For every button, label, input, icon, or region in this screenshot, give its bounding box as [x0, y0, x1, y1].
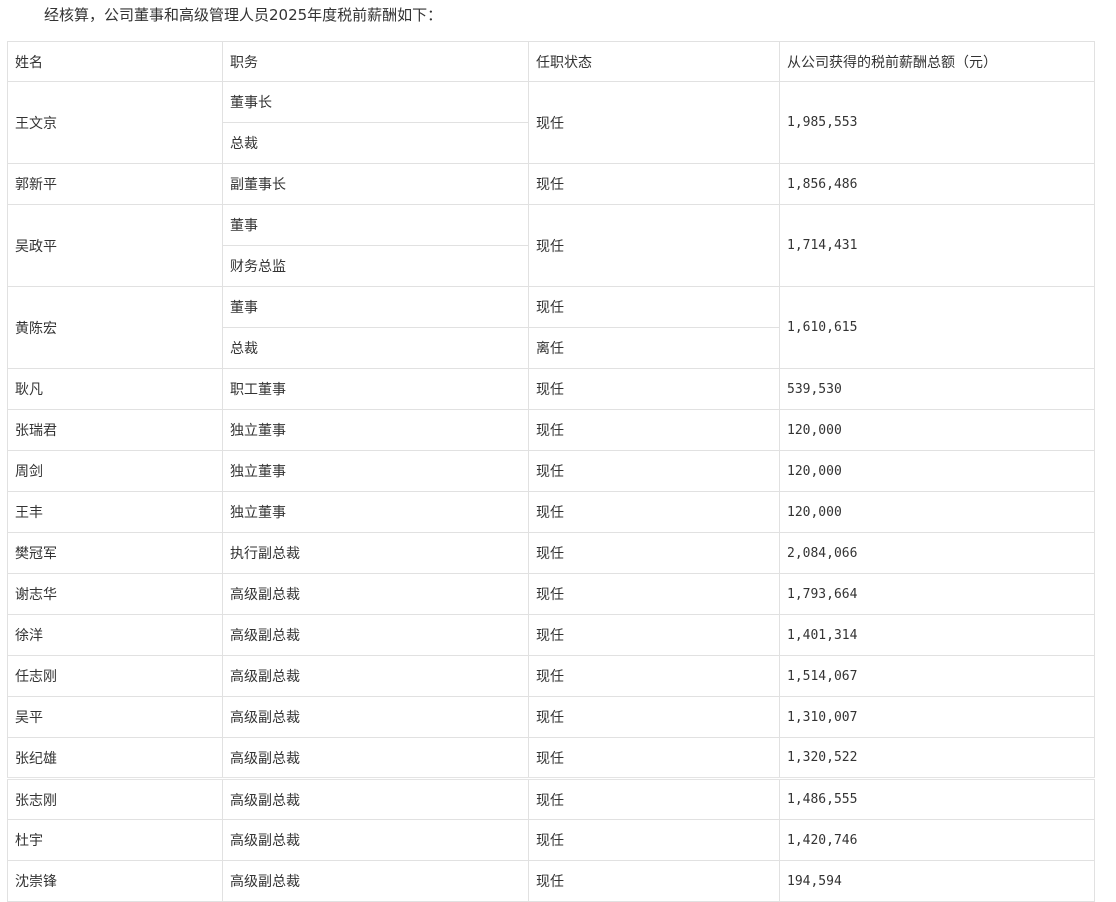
cell-title: 职工董事 [222, 368, 529, 410]
header-title: 职务 [222, 41, 529, 82]
table-row: 郭新平 副董事长 现任 1,856,486 [7, 163, 1095, 205]
table-row: 周剑 独立董事 现任 120,000 [7, 450, 1095, 492]
cell-name: 郭新平 [7, 163, 223, 205]
cell-title: 董事 [222, 286, 529, 328]
cell-status: 现任 [528, 286, 780, 328]
table-row: 樊冠军 执行副总裁 现任 2,084,066 [7, 532, 1095, 574]
table-row: 张瑞君 独立董事 现任 120,000 [7, 409, 1095, 451]
cell-title: 总裁 [222, 327, 529, 369]
cell-title: 独立董事 [222, 409, 529, 451]
table-row: 徐洋 高级副总裁 现任 1,401,314 [7, 614, 1095, 656]
cell-title: 独立董事 [222, 450, 529, 492]
cell-title: 高级副总裁 [222, 860, 529, 902]
cell-name: 张瑞君 [7, 409, 223, 451]
table-row: 王文京 董事长 现任 1,985,553 [7, 81, 1095, 164]
cell-name: 谢志华 [7, 573, 223, 615]
cell-pay: 1,420,746 [779, 819, 1095, 861]
cell-pay: 1,486,555 [779, 777, 1095, 820]
cell-title: 独立董事 [222, 491, 529, 533]
cell-name: 任志刚 [7, 655, 223, 697]
cell-pay: 120,000 [779, 409, 1095, 451]
cell-title: 高级副总裁 [222, 696, 529, 738]
cell-title: 高级副总裁 [222, 614, 529, 656]
cell-status: 现任 [528, 737, 780, 779]
cell-status: 现任 [528, 163, 780, 205]
table-row: 张志刚 高级副总裁 现任 1,486,555 [7, 777, 1095, 820]
cell-pay: 2,084,066 [779, 532, 1095, 574]
cell-name: 黄陈宏 [7, 286, 223, 369]
header-status: 任职状态 [528, 41, 780, 82]
cell-pay: 194,594 [779, 860, 1095, 902]
table-row: 任志刚 高级副总裁 现任 1,514,067 [7, 655, 1095, 697]
cell-title: 高级副总裁 [222, 819, 529, 861]
cell-pay: 1,714,431 [779, 204, 1095, 287]
cell-title: 董事 [222, 204, 529, 246]
cell-name: 周剑 [7, 450, 223, 492]
cell-status: 现任 [528, 655, 780, 697]
cell-status: 现任 [528, 450, 780, 492]
cell-status: 现任 [528, 368, 780, 410]
cell-title: 高级副总裁 [222, 573, 529, 615]
cell-pay: 120,000 [779, 450, 1095, 492]
cell-title: 高级副总裁 [222, 655, 529, 697]
cell-title: 总裁 [222, 122, 529, 164]
cell-status: 现任 [528, 696, 780, 738]
table-header-row: 姓名 职务 任职状态 从公司获得的税前薪酬总额（元） [7, 41, 1095, 82]
cell-pay: 120,000 [779, 491, 1095, 533]
cell-pay: 1,610,615 [779, 286, 1095, 369]
cell-name: 王丰 [7, 491, 223, 533]
cell-name: 沈崇锋 [7, 860, 223, 902]
cell-title: 高级副总裁 [222, 737, 529, 779]
cell-title: 副董事长 [222, 163, 529, 205]
cell-status: 现任 [528, 491, 780, 533]
cell-pay: 1,856,486 [779, 163, 1095, 205]
table-row: 黄陈宏 董事 现任 1,610,615 [7, 286, 1095, 369]
cell-title: 财务总监 [222, 245, 529, 287]
cell-name: 张志刚 [7, 777, 223, 820]
table-row: 吴政平 董事 现任 1,714,431 [7, 204, 1095, 287]
cell-status: 现任 [528, 777, 780, 820]
table-row: 沈崇锋 高级副总裁 现任 194,594 [7, 860, 1095, 902]
cell-name: 耿凡 [7, 368, 223, 410]
cell-pay: 1,514,067 [779, 655, 1095, 697]
cell-status: 现任 [528, 614, 780, 656]
cell-name: 吴平 [7, 696, 223, 738]
compensation-table: 姓名 职务 任职状态 从公司获得的税前薪酬总额（元） 王文京 董事长 现任 1,… [7, 41, 1095, 902]
table-row: 耿凡 职工董事 现任 539,530 [7, 368, 1095, 410]
cell-name: 杜宇 [7, 819, 223, 861]
cell-status: 现任 [528, 860, 780, 902]
cell-name: 张纪雄 [7, 737, 223, 779]
cell-pay: 1,310,007 [779, 696, 1095, 738]
cell-status: 现任 [528, 573, 780, 615]
cell-pay: 1,401,314 [779, 614, 1095, 656]
cell-pay: 1,793,664 [779, 573, 1095, 615]
header-name: 姓名 [7, 41, 223, 82]
cell-name: 徐洋 [7, 614, 223, 656]
cell-title: 执行副总裁 [222, 532, 529, 574]
cell-name: 樊冠军 [7, 532, 223, 574]
header-pay: 从公司获得的税前薪酬总额（元） [779, 41, 1095, 82]
table-row: 张纪雄 高级副总裁 现任 1,320,522 [7, 737, 1095, 779]
cell-status: 离任 [528, 327, 780, 369]
table-row: 王丰 独立董事 现任 120,000 [7, 491, 1095, 533]
cell-status: 现任 [528, 819, 780, 861]
cell-pay: 539,530 [779, 368, 1095, 410]
table-row: 谢志华 高级副总裁 现任 1,793,664 [7, 573, 1095, 615]
cell-title: 董事长 [222, 81, 529, 123]
table-row: 杜宇 高级副总裁 现任 1,420,746 [7, 819, 1095, 861]
cell-status: 现任 [528, 532, 780, 574]
cell-status: 现任 [528, 81, 780, 164]
cell-status: 现任 [528, 204, 780, 287]
cell-name: 王文京 [7, 81, 223, 164]
intro-text: 经核算，公司董事和高级管理人员2025年度税前薪酬如下： [44, 6, 443, 24]
cell-status: 现任 [528, 409, 780, 451]
cell-name: 吴政平 [7, 204, 223, 287]
cell-pay: 1,320,522 [779, 737, 1095, 779]
cell-pay: 1,985,553 [779, 81, 1095, 164]
table-row: 吴平 高级副总裁 现任 1,310,007 [7, 696, 1095, 738]
cell-title: 高级副总裁 [222, 777, 529, 820]
